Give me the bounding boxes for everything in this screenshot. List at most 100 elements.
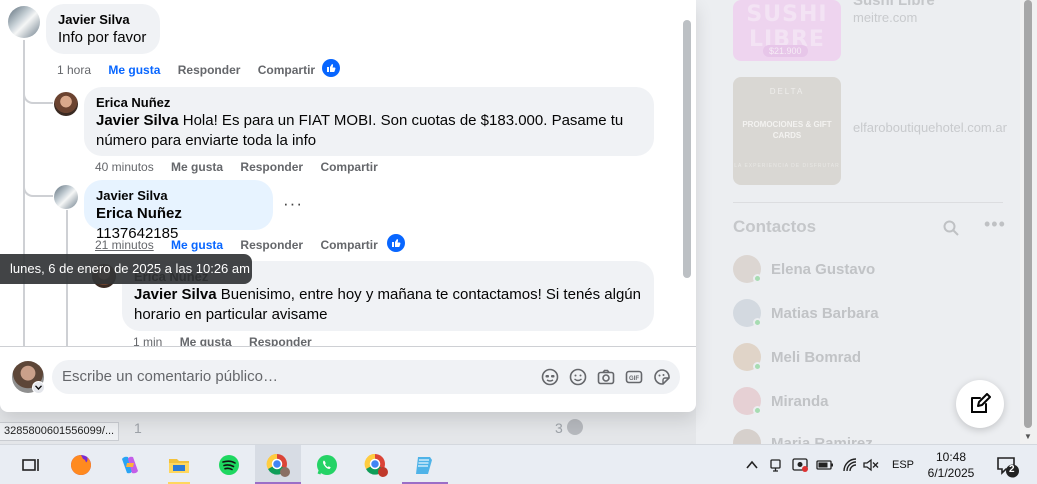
screen-capture-icon[interactable]: [792, 457, 808, 473]
online-status-icon: [753, 406, 762, 415]
gif-icon[interactable]: GIF: [625, 368, 643, 386]
like-button[interactable]: Me gusta: [180, 335, 232, 346]
contact-item[interactable]: Miranda: [733, 385, 993, 417]
folder-icon: [169, 459, 189, 473]
share-button[interactable]: Compartir: [320, 160, 377, 174]
more-options-button[interactable]: ···: [283, 194, 303, 214]
sticker-icon[interactable]: [653, 368, 671, 386]
spotify-app[interactable]: [206, 445, 252, 484]
contact-name: Miranda: [771, 393, 829, 410]
compose-icon: [971, 393, 991, 413]
like-button[interactable]: Me gusta: [108, 63, 160, 77]
status-bar-url: 3285800601556099/...: [0, 422, 120, 441]
share-button[interactable]: Compartir: [258, 63, 315, 77]
online-status-icon: [753, 318, 762, 327]
reply-button[interactable]: Responder: [240, 160, 303, 174]
comment-author[interactable]: Javier Silva: [96, 188, 261, 204]
firefox-app[interactable]: [58, 445, 104, 484]
reply-button[interactable]: Responder: [178, 63, 241, 77]
spotify-icon: [219, 455, 239, 475]
comment-composer[interactable]: GIF: [52, 360, 680, 394]
avatar-sticker-icon[interactable]: [541, 368, 559, 386]
comment-bubble: Erica Nuñez Javier Silva Hola! Es para u…: [84, 87, 654, 156]
like-reaction-icon[interactable]: [322, 59, 340, 77]
chrome-profile-app[interactable]: [255, 445, 301, 484]
notepad-app[interactable]: [402, 445, 448, 484]
emoji-icon[interactable]: [569, 368, 587, 386]
like-button[interactable]: Me gusta: [171, 160, 223, 174]
avatar[interactable]: [8, 6, 40, 38]
sponsored-ad-image[interactable]: DELTA PROMOCIONES & GIFT CARDS LA EXPERI…: [733, 77, 841, 185]
battery-icon[interactable]: [816, 457, 833, 473]
reply-button[interactable]: Responder: [240, 238, 303, 252]
file-explorer-app[interactable]: [156, 445, 202, 484]
ad-site[interactable]: elfaroboutiquehotel.com.ar: [853, 120, 1007, 136]
ad-site[interactable]: meitre.com: [853, 10, 917, 26]
copilot-app[interactable]: [107, 445, 153, 484]
whatsapp-icon: [317, 455, 337, 475]
meet-icon[interactable]: [768, 457, 784, 473]
comment-time[interactable]: 1 min: [133, 335, 162, 346]
clock-time: 10:48: [935, 450, 967, 464]
more-icon[interactable]: •••: [984, 214, 1006, 235]
ad-image-text: PROMOCIONES & GIFT CARDS: [742, 120, 832, 140]
comment-author[interactable]: Erica Nuñez: [96, 95, 642, 111]
volume-muted-icon[interactable]: [862, 457, 879, 473]
contact-item[interactable]: Meli Bomrad: [733, 341, 993, 373]
thread-connector: [23, 175, 53, 197]
chrome-icon: [364, 453, 388, 477]
chrome-app[interactable]: [353, 445, 399, 484]
reply-button[interactable]: Responder: [249, 335, 312, 346]
share-button[interactable]: Compartir: [320, 238, 377, 252]
post-comments-dialog: Javier Silva Info por favor 1 hora Me gu…: [0, 0, 696, 412]
like-button[interactable]: Me gusta: [171, 238, 223, 252]
comment-time[interactable]: 40 minutos: [95, 160, 154, 174]
contact-item[interactable]: Elena Gustavo: [733, 253, 993, 285]
contact-item[interactable]: Matias Barbara: [733, 297, 993, 329]
comment-time[interactable]: 1 hora: [57, 63, 91, 77]
thread-scrollbar[interactable]: [683, 20, 691, 278]
comment-time[interactable]: 21 minutos: [95, 238, 154, 252]
language-indicator[interactable]: ESP: [892, 459, 914, 471]
chevron-down-icon[interactable]: [32, 381, 45, 394]
new-message-button[interactable]: [956, 380, 1004, 428]
notepad-icon: [416, 457, 432, 474]
svg-text:GIF: GIF: [629, 376, 639, 382]
comment-input[interactable]: [62, 368, 522, 385]
avatar[interactable]: [54, 92, 78, 116]
search-icon[interactable]: [942, 219, 960, 237]
comment-author[interactable]: Javier Silva: [58, 12, 148, 28]
like-reaction-icon[interactable]: [387, 234, 405, 252]
avatar[interactable]: [54, 185, 78, 209]
comment-bubble: Javier Silva Erica Nuñez 1137642185: [84, 180, 273, 242]
notification-center-button[interactable]: 2: [996, 455, 1020, 479]
wifi-icon[interactable]: [842, 457, 858, 473]
online-status-icon: [753, 362, 762, 371]
scrollbar-thumb[interactable]: [1024, 0, 1032, 428]
page-scrollbar[interactable]: ▼: [1020, 0, 1037, 444]
comment-icon: [567, 419, 583, 435]
comment-text: Info por favor: [58, 29, 147, 46]
whatsapp-app[interactable]: [304, 445, 350, 484]
contact-item[interactable]: Maria Ramirez: [733, 427, 993, 444]
sidebar-divider: [733, 202, 1003, 203]
comment-thread: Javier Silva Info por favor 1 hora Me gu…: [0, 0, 696, 346]
comment-actions: 1 hora Me gusta Responder Compartir: [57, 63, 315, 77]
contact-name: Matias Barbara: [771, 305, 879, 322]
ad-image-brand: DELTA: [769, 87, 805, 96]
scroll-down-icon[interactable]: ▼: [1024, 432, 1032, 441]
notification-count: 2: [1009, 464, 1015, 475]
chevron-up-icon[interactable]: [744, 457, 760, 473]
comment-actions: 40 minutos Me gusta Responder Compartir: [95, 160, 378, 174]
system-clock[interactable]: 10:48 6/1/2025: [922, 449, 980, 481]
contact-name: Elena Gustavo: [771, 261, 876, 278]
firefox-icon: [71, 455, 91, 475]
ad-title[interactable]: Sushi Libre: [853, 0, 935, 9]
online-status-icon: [753, 274, 762, 283]
mention-link[interactable]: Erica Nuñez: [96, 205, 182, 222]
mention-link[interactable]: Javier Silva: [96, 112, 179, 129]
sponsored-ad-image[interactable]: SUSHI LIBRE $21.900: [733, 0, 841, 61]
mention-link[interactable]: Javier Silva: [134, 286, 217, 303]
task-view-button[interactable]: [8, 445, 54, 484]
camera-icon[interactable]: [597, 368, 615, 386]
